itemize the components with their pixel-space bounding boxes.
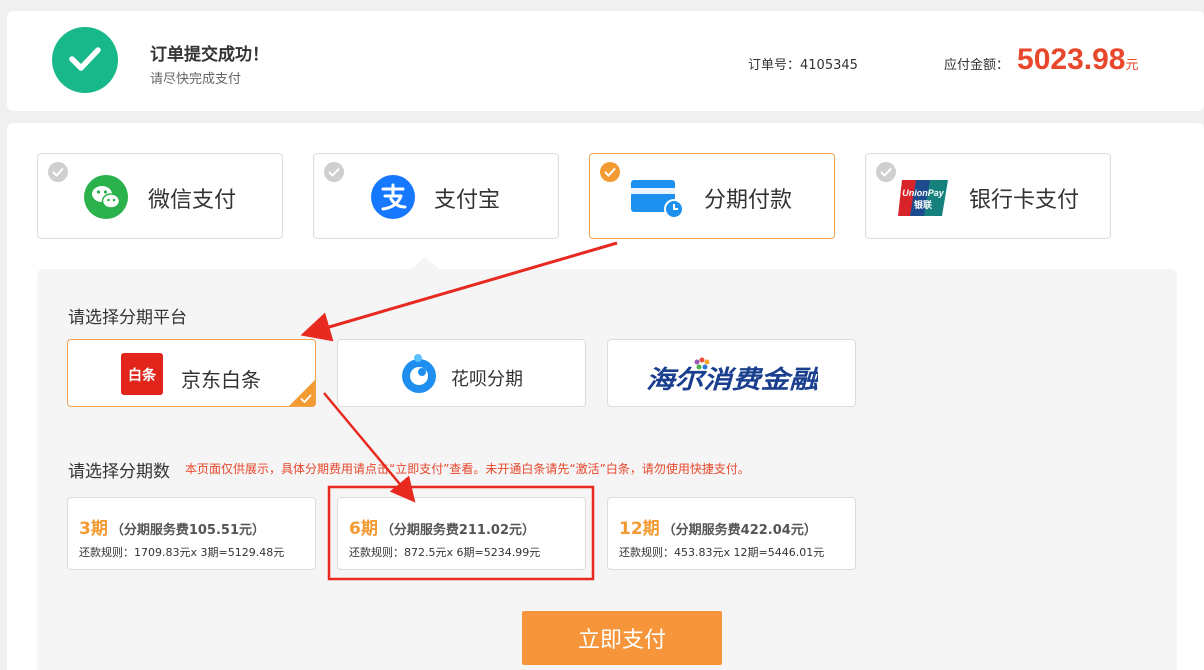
amount-unit: 元 bbox=[1125, 58, 1139, 73]
pay-option-label: 微信支付 bbox=[148, 188, 237, 213]
order-number-label: 订单号： bbox=[748, 58, 801, 73]
unionpay-icon: UnionPay 银联 bbox=[898, 180, 948, 216]
order-number: 订单号：4105345 bbox=[748, 54, 858, 73]
plan-section-title: 请选择分期数 bbox=[68, 462, 170, 482]
amount-value: 5023.98 bbox=[1017, 43, 1126, 76]
payment-page: 订单提交成功！ 请尽快完成支付 订单号：4105345 应付金额： 5023.98… bbox=[0, 0, 1204, 670]
huabei-logo-icon bbox=[402, 354, 436, 393]
plan-period: 12期 bbox=[619, 519, 660, 539]
jd-baitiao-logo-icon: 白条 bbox=[121, 353, 163, 395]
success-title: 订单提交成功！ bbox=[150, 45, 269, 65]
haier-finance-logo: 海尔消费金融 bbox=[646, 357, 818, 394]
pay-now-button[interactable]: 立即支付 bbox=[522, 611, 722, 665]
check-circle-icon bbox=[48, 162, 68, 182]
payable-amount: 应付金额： 5023.98元 bbox=[944, 43, 1138, 83]
card-clock-icon bbox=[631, 180, 684, 219]
plan-rule: 还款规则：1709.83元x 3期=5129.48元 bbox=[79, 546, 285, 559]
check-circle-icon bbox=[876, 162, 896, 182]
svg-text:海尔消费金融: 海尔消费金融 bbox=[646, 365, 818, 394]
svg-text:UnionPay: UnionPay bbox=[902, 188, 945, 198]
svg-text:银联: 银联 bbox=[914, 199, 933, 211]
order-number-value: 4105345 bbox=[800, 58, 858, 73]
success-subtitle: 请尽快完成支付 bbox=[150, 72, 242, 87]
alipay-icon bbox=[371, 175, 415, 219]
wechat-icon bbox=[84, 175, 128, 219]
panel-pointer bbox=[411, 257, 439, 269]
check-icon bbox=[300, 394, 312, 403]
plan-rule: 还款规则：872.5元x 6期=5234.99元 bbox=[349, 546, 541, 559]
platform-jd-baitiao[interactable]: 白条 京东白条 bbox=[67, 339, 316, 407]
plan-fee: （分期服务费105.51元） bbox=[110, 523, 266, 538]
plan-period: 6期 bbox=[349, 519, 378, 539]
amount-label: 应付金额： bbox=[944, 58, 1010, 73]
plan-option-3[interactable]: 3期 （分期服务费105.51元） 还款规则：1709.83元x 3期=5129.… bbox=[67, 497, 316, 570]
plan-title: 6期 （分期服务费211.02元） bbox=[349, 514, 535, 539]
plan-title: 3期 （分期服务费105.51元） bbox=[79, 514, 265, 539]
plan-fee: （分期服务费422.04元） bbox=[662, 523, 817, 538]
platform-huabei[interactable]: 花呗分期 bbox=[337, 339, 586, 407]
plan-rule: 还款规则：453.83元x 12期=5446.01元 bbox=[619, 546, 825, 559]
plan-fee: （分期服务费211.02元） bbox=[380, 523, 536, 538]
pay-option-label: 银行卡支付 bbox=[969, 188, 1080, 213]
platform-label: 花呗分期 bbox=[451, 369, 523, 390]
pay-option-unionpay[interactable]: UnionPay 银联 银行卡支付 bbox=[865, 153, 1111, 239]
platform-haier[interactable]: 海尔消费金融 bbox=[607, 339, 856, 407]
order-success-card: 订单提交成功！ 请尽快完成支付 订单号：4105345 应付金额： 5023.98… bbox=[7, 11, 1204, 111]
success-check-icon bbox=[52, 27, 118, 93]
platform-label: 京东白条 bbox=[181, 368, 261, 392]
plan-option-12[interactable]: 12期 （分期服务费422.04元） 还款规则：453.83元x 12期=5446… bbox=[607, 497, 856, 570]
pay-option-installment[interactable]: 分期付款 bbox=[589, 153, 835, 239]
platform-section-title: 请选择分期平台 bbox=[68, 308, 187, 328]
plan-option-6[interactable]: 6期 （分期服务费211.02元） 还款规则：872.5元x 6期=5234.99… bbox=[337, 497, 586, 570]
check-circle-icon bbox=[600, 162, 620, 182]
pay-option-label: 分期付款 bbox=[704, 188, 793, 213]
svg-text:白条: 白条 bbox=[128, 367, 157, 384]
plan-period: 3期 bbox=[79, 519, 108, 539]
plan-note: 本页面仅供展示，具体分期费用请点击“立即支付”查看。未开通白条请先“激活”白条，… bbox=[185, 462, 750, 476]
payment-card: 微信支付 支付宝 分期付款 UnionPay 银联 银行卡支付 请选择分期平台 … bbox=[7, 123, 1204, 670]
pay-option-alipay[interactable]: 支付宝 bbox=[313, 153, 559, 239]
check-circle-icon bbox=[324, 162, 344, 182]
installment-panel: 请选择分期平台 白条 京东白条 花呗分期 海尔消费金融 请选择分期数 本页面仅供… bbox=[37, 269, 1177, 670]
pay-option-label: 支付宝 bbox=[434, 188, 501, 213]
pay-option-wechat[interactable]: 微信支付 bbox=[37, 153, 283, 239]
plan-title: 12期 （分期服务费422.04元） bbox=[619, 514, 817, 539]
